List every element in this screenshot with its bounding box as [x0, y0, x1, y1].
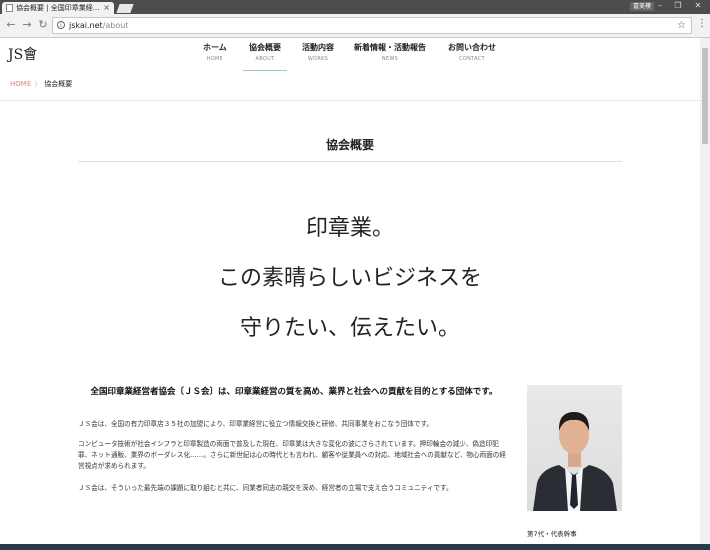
nav-contact-label: お問い合わせ	[448, 43, 496, 52]
close-window-icon[interactable]: ✕	[690, 0, 706, 12]
minimize-icon[interactable]: –	[652, 0, 668, 12]
breadcrumb: HOME 〉協会概要	[10, 79, 72, 89]
representative-photo	[527, 385, 622, 511]
new-tab-button[interactable]	[116, 4, 134, 13]
breadcrumb-home-link[interactable]: HOME	[10, 80, 31, 88]
address-bar[interactable]: i jskai.net/about ☆	[52, 17, 692, 34]
nav-home[interactable]: ホーム HOME	[203, 42, 227, 62]
photo-caption: 第7代・代表幹事	[527, 530, 577, 538]
intro-paragraph-3: ＪＳ会は、そういった最先端の課題に取り組むと共に、同業者同志の親交を深め、経営者…	[78, 484, 453, 492]
nav-home-label: ホーム	[203, 43, 227, 52]
site-logo[interactable]: JS會	[8, 44, 37, 64]
reload-icon[interactable]: ↻	[36, 18, 50, 32]
header-divider	[0, 100, 700, 101]
breadcrumb-current: 協会概要	[44, 80, 73, 88]
page-favicon-icon	[6, 4, 13, 12]
forward-icon[interactable]: →	[20, 18, 34, 32]
browser-toolbar: ← → ↻ i jskai.net/about ☆	[0, 14, 710, 38]
nav-news-label: 新着情報・活動報告	[354, 43, 426, 52]
breadcrumb-chevron-icon: 〉	[34, 80, 42, 88]
nav-about[interactable]: 協会概要 ABOUT	[243, 42, 287, 71]
back-icon[interactable]: ←	[4, 18, 18, 32]
nav-news[interactable]: 新着情報・活動報告 NEWS	[354, 42, 426, 62]
lead-statement: 全国印章業経営者協会〔ＪＳ会〕は、印章業経営の質を高め、業界と社会への貢献を目的…	[90, 387, 498, 397]
browser-tab-active[interactable]: 協会概要 | 全国印章業経... ×	[2, 2, 114, 14]
browser-menu-icon[interactable]: ⋮	[697, 18, 707, 29]
hero-line-3: 守りたい、伝えたい。	[239, 316, 460, 341]
person-portrait-icon	[533, 412, 617, 511]
nav-news-sublabel: NEWS	[381, 56, 399, 62]
hero-line-2: この素晴らしいビジネスを	[217, 266, 482, 291]
hero-line-1: 印章業。	[305, 216, 394, 241]
maximize-icon[interactable]: ❐	[670, 0, 686, 12]
page-title: 協会概要	[325, 138, 374, 152]
url-host: jskai.net	[69, 21, 103, 30]
nav-home-sublabel: HOME	[206, 56, 224, 62]
nav-works-label: 活動内容	[302, 43, 334, 52]
site-info-icon[interactable]: i	[57, 21, 65, 29]
bookmark-star-icon[interactable]: ☆	[677, 18, 686, 33]
tab-title: 協会概要 | 全国印章業経...	[16, 4, 100, 12]
nav-contact-sublabel: CONTACT	[459, 56, 485, 62]
nav-about-sublabel: ABOUT	[255, 56, 275, 62]
os-taskbar	[0, 544, 710, 550]
nav-works[interactable]: 活動内容 WORKS	[302, 42, 334, 62]
web-page: JS會 ホーム HOME 協会概要 ABOUT 活動内容 WORKS 新着情報・…	[0, 38, 700, 550]
nav-works-sublabel: WORKS	[307, 56, 329, 62]
nav-about-label: 協会概要	[249, 43, 281, 52]
title-divider	[78, 161, 622, 162]
intro-paragraph-1: ＪＳ会は、全国の有力印章店３５社の加盟により、印章業経営に役立つ情報交換と研修、…	[78, 420, 434, 428]
nav-contact[interactable]: お問い合わせ CONTACT	[448, 42, 496, 62]
profile-name[interactable]: 富美樓	[630, 2, 655, 11]
intro-paragraph-2: コンピュータ技術が社会インフラと印章製造の両面で普及した現在、印章業は大きな変化…	[78, 440, 506, 470]
scrollbar-thumb[interactable]	[702, 48, 708, 144]
close-tab-icon[interactable]: ×	[103, 2, 110, 14]
browser-titlebar: 協会概要 | 全国印章業経... × 富美樓 – ❐ ✕	[0, 0, 710, 14]
url-path: /about	[102, 21, 129, 30]
